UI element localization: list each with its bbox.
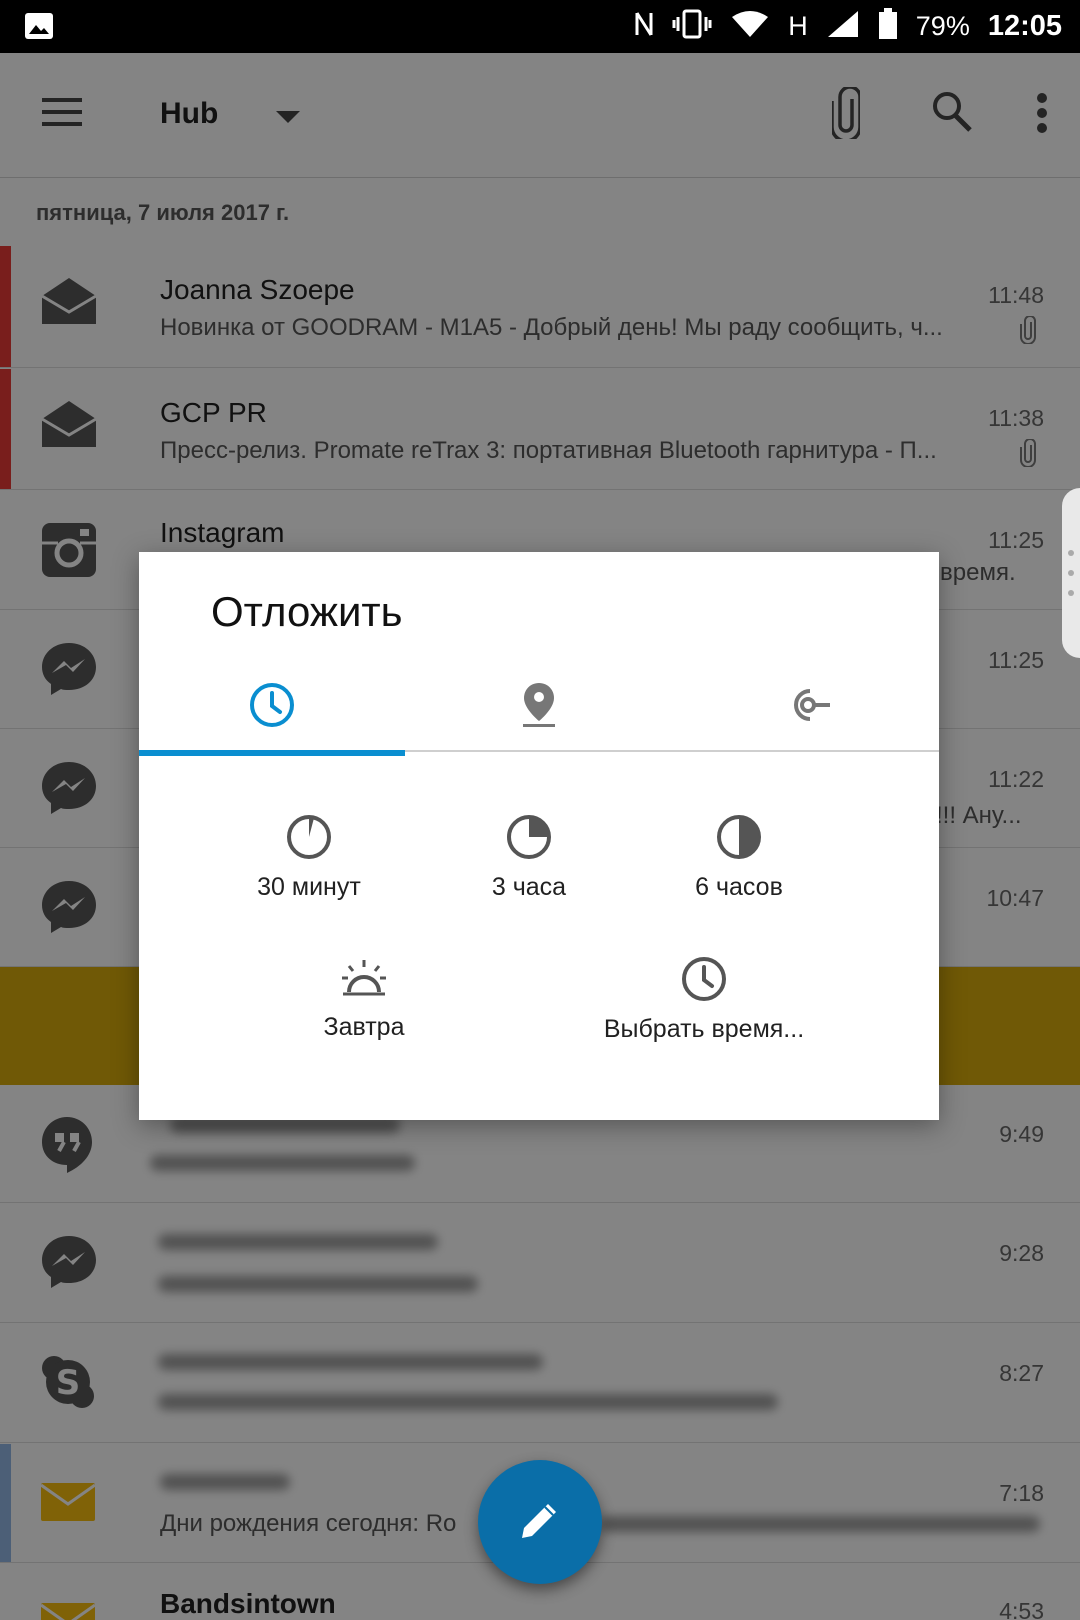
snooze-dialog: Отложить 30 минут 3 часа 6 часов Завтра … xyxy=(139,552,939,1120)
active-tab-indicator xyxy=(139,750,405,756)
tab-location[interactable] xyxy=(406,662,672,752)
snooze-option-6h[interactable]: 6 часов xyxy=(659,814,819,902)
location-pin-icon xyxy=(521,681,557,734)
pencil-icon xyxy=(518,1498,562,1547)
edge-panel-handle[interactable] xyxy=(1062,488,1080,658)
wifi-icon xyxy=(730,9,770,44)
option-label: 6 часов xyxy=(695,873,783,901)
vibrate-icon xyxy=(672,9,712,44)
connection-icon xyxy=(780,685,832,730)
gallery-notification-icon xyxy=(24,12,54,45)
tab-time[interactable] xyxy=(139,662,405,756)
clock-icon xyxy=(248,681,296,734)
clock: 12:05 xyxy=(987,10,1062,42)
snooze-option-tomorrow[interactable]: Завтра xyxy=(289,956,439,1042)
pie-30min-icon xyxy=(239,814,379,865)
option-label: 3 часа xyxy=(491,873,567,901)
status-bar: H 79% 12:05 xyxy=(0,0,1080,53)
pie-3h-icon xyxy=(459,814,599,865)
sunrise-icon xyxy=(289,956,439,1005)
cell-signal-icon xyxy=(826,9,860,44)
clock-icon xyxy=(569,956,839,1007)
snooze-option-30min[interactable]: 30 минут xyxy=(239,814,379,902)
compose-button[interactable] xyxy=(478,1460,602,1584)
snooze-option-pick-time[interactable]: Выбрать время... xyxy=(569,956,839,1044)
snooze-tabs xyxy=(139,662,939,756)
tab-connection[interactable] xyxy=(673,662,939,752)
option-label: 30 минут xyxy=(257,873,361,901)
network-type: H xyxy=(788,11,808,41)
option-label: Завтра xyxy=(323,1013,405,1041)
pie-6h-icon xyxy=(659,814,819,865)
dialog-title: Отложить xyxy=(211,588,403,635)
battery-percent: 79% xyxy=(915,11,970,41)
nfc-icon xyxy=(634,9,654,44)
option-label: Выбрать время... xyxy=(603,1015,805,1043)
battery-icon xyxy=(878,8,898,45)
snooze-option-3h[interactable]: 3 часа xyxy=(459,814,599,902)
